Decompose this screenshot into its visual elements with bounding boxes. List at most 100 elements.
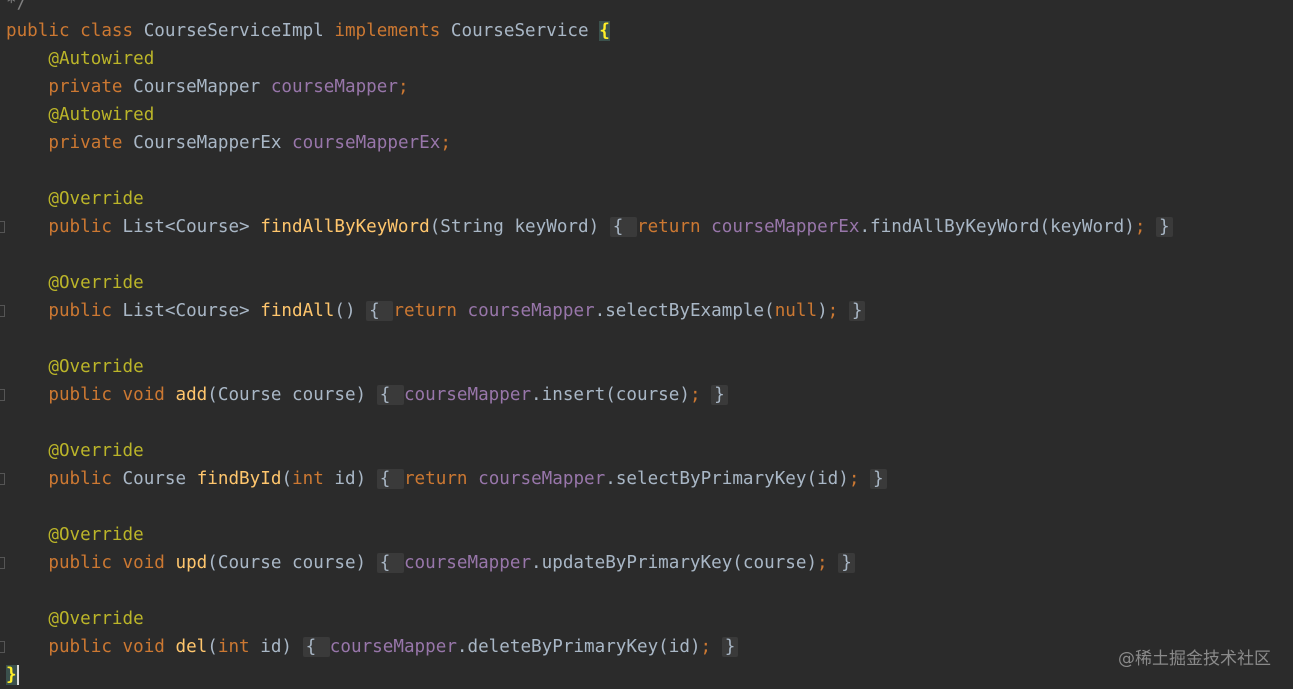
code-token: return (393, 301, 468, 321)
code-line[interactable]: } (6, 661, 19, 689)
code-token: ) (817, 301, 828, 321)
code-token: List<Course> (122, 301, 261, 321)
fold-gutter-icon[interactable] (0, 641, 5, 653)
code-token: courseMapper (467, 301, 595, 321)
code-token: upd (175, 553, 208, 573)
code-token: ; (700, 637, 712, 657)
code-line[interactable]: private CourseMapperEx courseMapperEx; (6, 129, 451, 157)
code-line[interactable]: @Override (6, 521, 143, 549)
code-token: @Override (48, 189, 144, 209)
code-token: return (636, 217, 712, 237)
code-token: ; (1134, 217, 1146, 237)
code-line[interactable]: public Course findById(int id) { return … (6, 465, 887, 493)
code-token: (Course course) (207, 553, 377, 573)
code-editor[interactable]: */ public class CourseServiceImpl impleme… (0, 0, 1293, 689)
fold-gutter-icon[interactable] (0, 305, 5, 317)
fold-gutter-icon[interactable] (0, 473, 5, 485)
code-token: courseMapper (478, 469, 606, 489)
code-token: CourseMapper (133, 77, 271, 97)
folded-region-marker[interactable]: } (721, 637, 739, 657)
code-token: List<Course> (122, 217, 261, 237)
folded-region-marker[interactable]: { (376, 469, 404, 489)
code-line[interactable]: @Override (6, 269, 144, 297)
code-token: findAll (260, 301, 335, 321)
code-token: @Override (48, 357, 144, 377)
folded-region-marker[interactable]: } (1156, 217, 1173, 237)
folded-region-marker[interactable]: } (711, 385, 728, 405)
code-token: .insert(course) (531, 385, 690, 405)
code-token: @Override (48, 273, 144, 293)
code-token: (Course course) (207, 385, 377, 405)
folded-region-marker[interactable]: { (609, 217, 637, 237)
fold-gutter-icon[interactable] (0, 557, 5, 569)
code-token: implements (334, 21, 451, 41)
code-line[interactable]: public void del(int id) { courseMapper.d… (6, 633, 739, 661)
folded-region-marker[interactable]: } (848, 301, 866, 321)
code-line[interactable]: @Autowired (6, 101, 154, 129)
code-line[interactable]: public void upd(Course course) { courseM… (6, 549, 855, 577)
code-token: @Override (48, 609, 144, 629)
code-token: .selectByExample( (594, 301, 775, 321)
code-token: courseMapper (270, 77, 398, 97)
code-token: private (48, 133, 134, 153)
code-line[interactable]: @Override (6, 185, 144, 213)
code-token: findById (196, 469, 282, 489)
code-line[interactable]: private CourseMapper courseMapper; (6, 73, 409, 101)
code-token: findAllByKeyWord (260, 217, 430, 237)
folded-region-marker[interactable]: { (366, 301, 394, 321)
code-token: courseMapper (403, 553, 532, 573)
code-token: courseMapperEx (292, 133, 441, 153)
code-token: { (599, 21, 610, 41)
folded-region-marker[interactable]: { (376, 553, 404, 573)
folded-region-marker[interactable]: } (870, 469, 887, 489)
code-token: .selectByPrimaryKey(id) (605, 469, 849, 489)
code-token: ; (397, 77, 409, 97)
folded-region-marker[interactable]: } (838, 553, 855, 573)
code-token: public (48, 469, 123, 489)
code-line[interactable]: public List<Course> findAll() { return c… (6, 297, 866, 325)
code-token: @Autowired (48, 105, 155, 125)
code-line[interactable]: public class CourseServiceImpl implement… (6, 17, 610, 45)
code-token: int (217, 637, 261, 657)
folded-region-marker[interactable]: { (302, 637, 330, 657)
fold-gutter-icon[interactable] (0, 221, 5, 233)
code-token: id) (334, 469, 377, 489)
code-token: (String keyWord) (429, 217, 610, 237)
code-token: public void (48, 553, 176, 573)
watermark-text: @稀土掘金技术社区 (1118, 649, 1271, 669)
code-token: CourseService (450, 21, 600, 41)
code-line[interactable]: @Override (6, 605, 144, 633)
code-token: public class (6, 21, 144, 41)
code-token: .findAllByKeyWord(keyWord) (859, 217, 1135, 237)
code-line[interactable]: @Override (6, 437, 143, 465)
code-token: public (48, 301, 123, 321)
fold-gutter-icon[interactable] (0, 389, 5, 401)
code-token: ; (689, 385, 701, 405)
code-line[interactable]: @Autowired (6, 45, 154, 73)
code-line[interactable]: public void add(Course course) { courseM… (6, 381, 728, 409)
code-token: @Autowired (48, 49, 155, 69)
code-token: courseMapper (329, 637, 457, 657)
code-line[interactable]: public List<Course> findAllByKeyWord(Str… (6, 213, 1173, 241)
code-line[interactable]: @Override (6, 353, 144, 381)
code-token: courseMapper (403, 385, 532, 405)
code-token: CourseServiceImpl (143, 21, 335, 41)
folded-region-marker[interactable]: { (376, 385, 404, 405)
code-line[interactable]: */ (6, 0, 27, 17)
